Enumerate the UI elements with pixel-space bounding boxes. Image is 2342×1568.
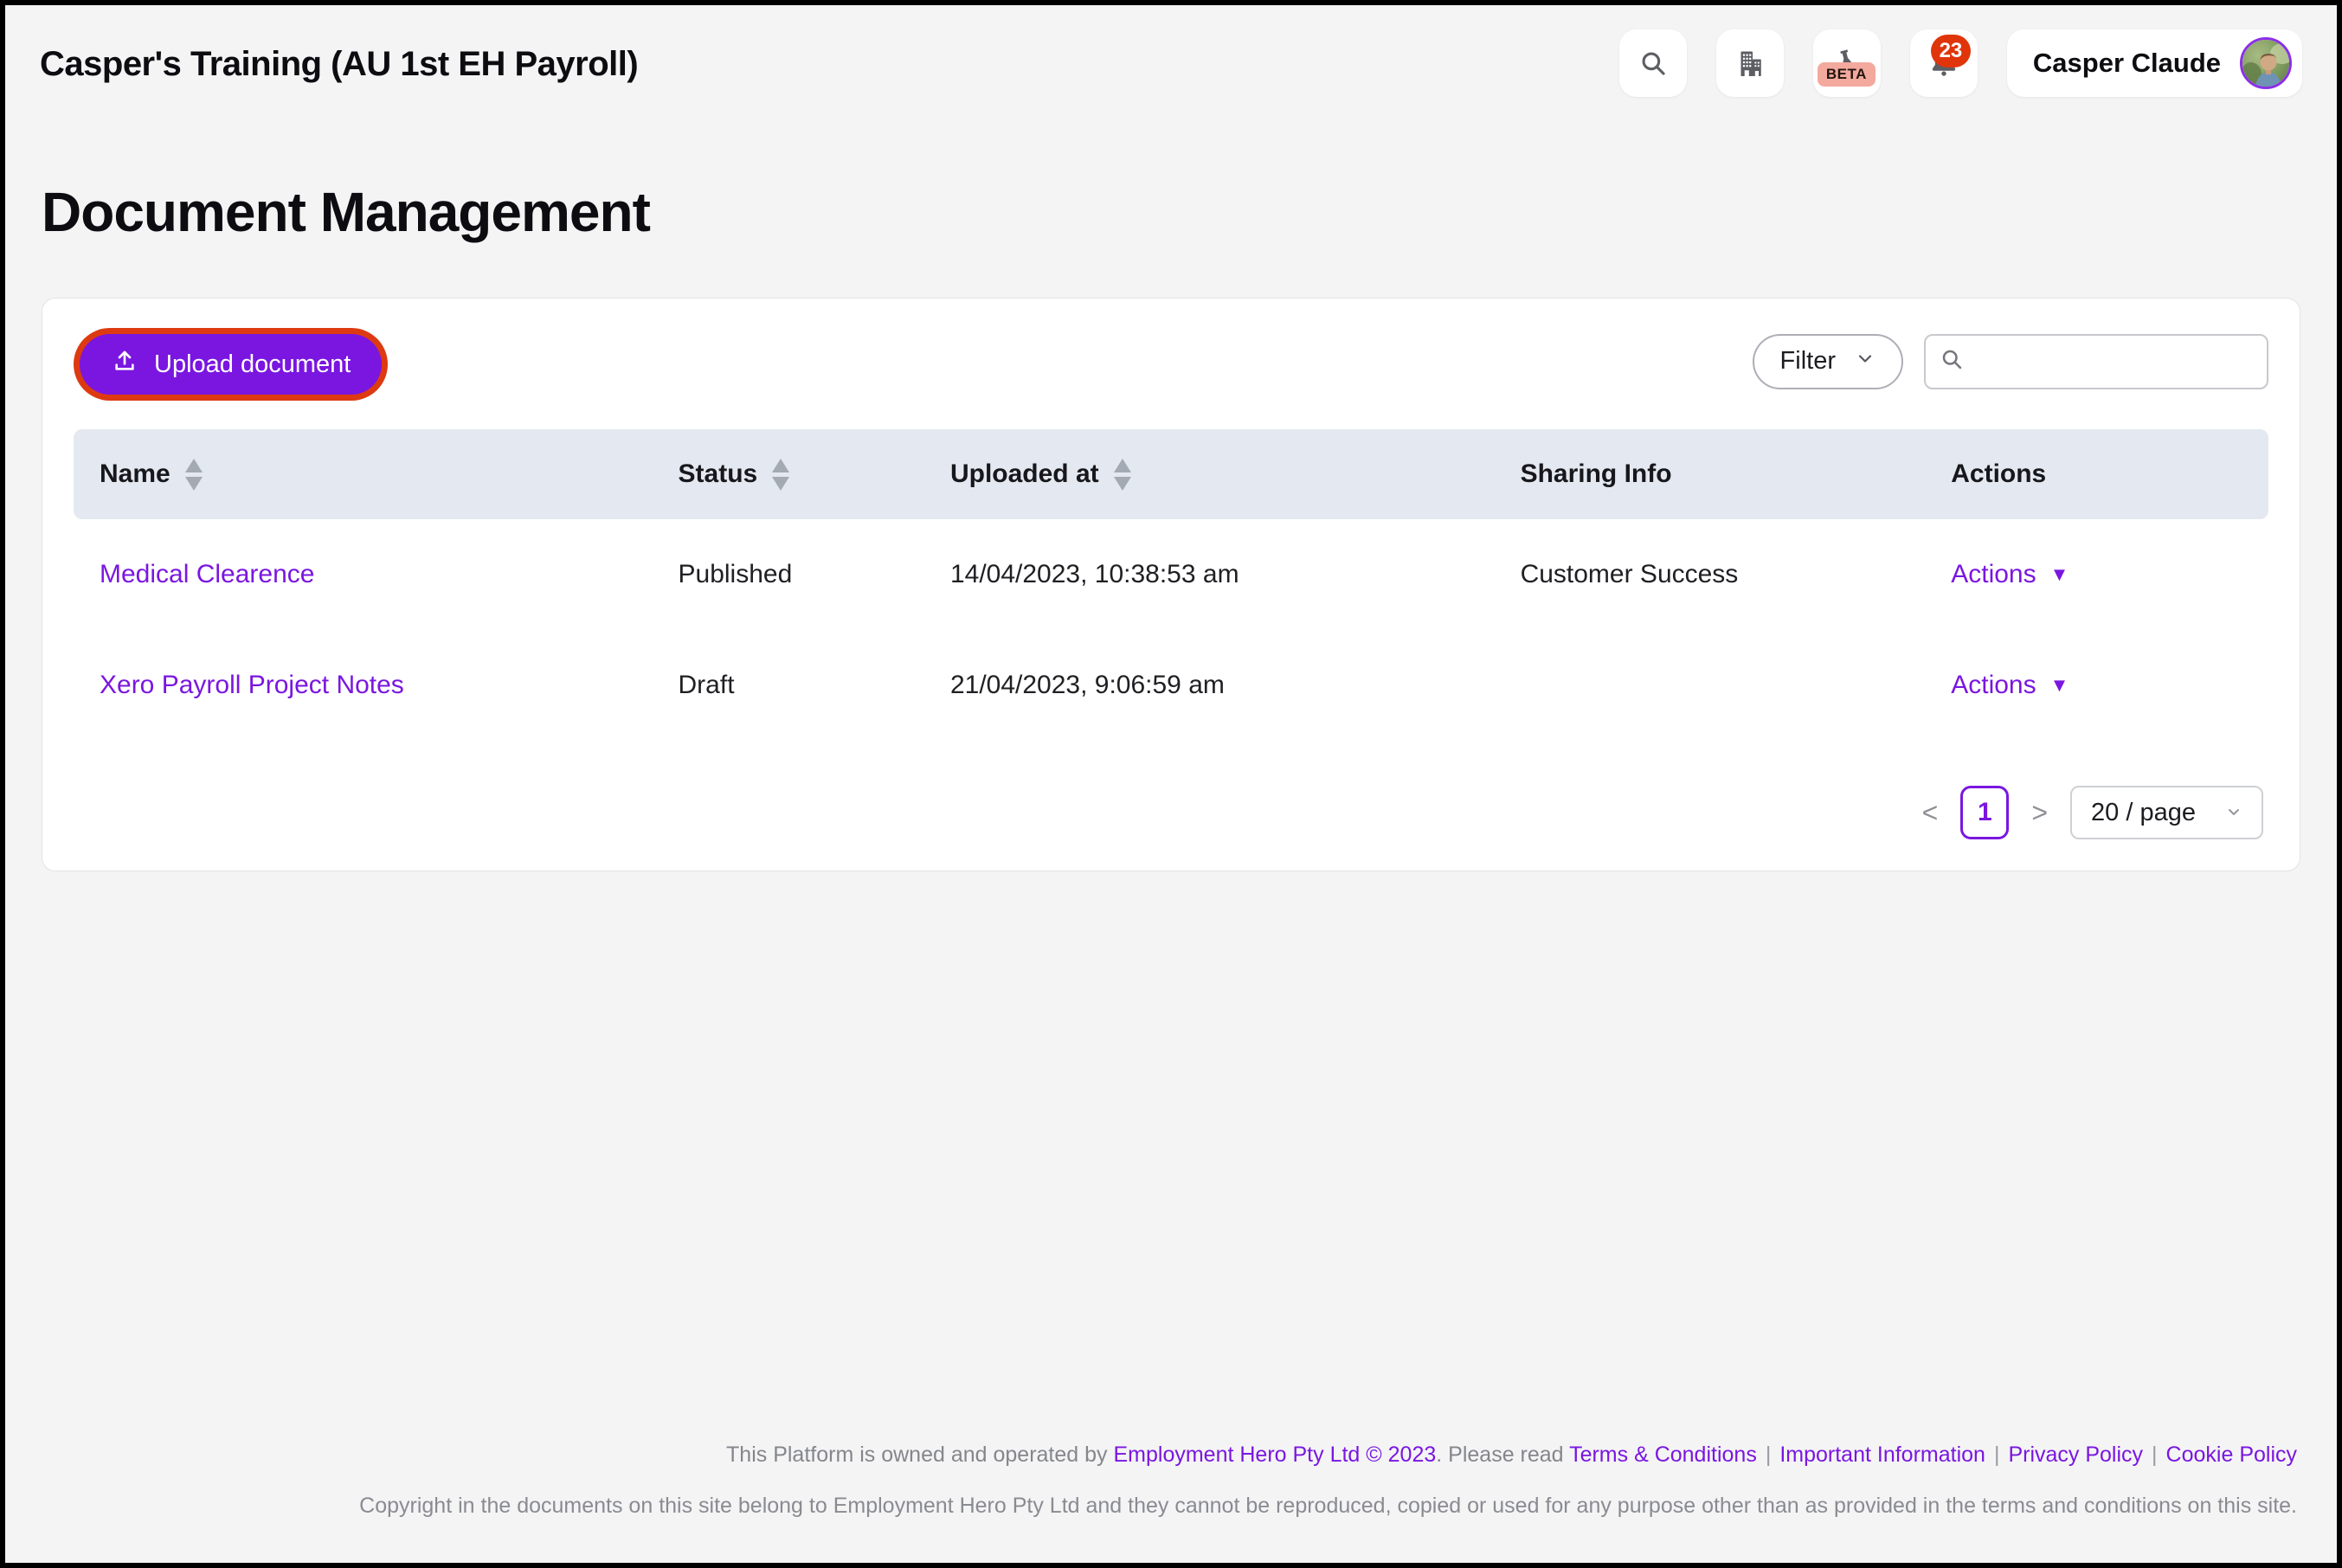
page-title: Document Management (42, 180, 2337, 244)
pagination: < 1 > 20 / page (74, 786, 2268, 839)
top-actions: BETA 23 Casper Claude (1619, 29, 2302, 97)
footer-line1: This Platform is owned and operated by E… (43, 1440, 2297, 1470)
upload-icon (111, 347, 138, 382)
caret-down-icon: ▼ (2050, 676, 2069, 695)
page-size-select[interactable]: 20 / page (2070, 786, 2263, 839)
building-icon (1734, 48, 1766, 79)
uploaded-at-cell: 21/04/2023, 9:06:59 am (950, 671, 1521, 700)
user-name: Casper Claude (2033, 48, 2221, 79)
document-link[interactable]: Medical Clearence (100, 560, 314, 588)
filter-button[interactable]: Filter (1753, 334, 1903, 389)
privacy-policy-link[interactable]: Privacy Policy (2008, 1443, 2143, 1467)
global-search-button[interactable] (1619, 29, 1687, 97)
footer: This Platform is owned and operated by E… (43, 1440, 2297, 1521)
document-list-card: Upload document Filter (42, 298, 2300, 871)
page-size-value: 20 / page (2091, 799, 2196, 827)
top-bar: Casper's Training (AU 1st EH Payroll) (5, 5, 2337, 97)
notification-count-badge: 23 (1931, 35, 1971, 67)
row-actions-button[interactable]: Actions ▼ (1951, 671, 2069, 700)
column-header-uploaded-at[interactable]: Uploaded at (950, 459, 1521, 491)
search-icon (1940, 347, 1964, 376)
search-input[interactable] (1976, 348, 2253, 375)
user-menu-button[interactable]: Casper Claude (2007, 29, 2302, 97)
status-cell: Draft (679, 671, 950, 700)
cookie-policy-link[interactable]: Cookie Policy (2166, 1443, 2297, 1467)
row-actions-button[interactable]: Actions ▼ (1951, 560, 2069, 589)
filter-button-label: Filter (1780, 347, 1836, 376)
table-header-row: Name Status Uploaded at (74, 429, 2268, 519)
column-header-name[interactable]: Name (100, 459, 679, 491)
chevron-down-icon (1855, 347, 1876, 376)
org-title: Casper's Training (AU 1st EH Payroll) (40, 45, 638, 84)
next-page-button[interactable]: > (2031, 799, 2048, 826)
uploaded-at-cell: 14/04/2023, 10:38:53 am (950, 560, 1521, 589)
sort-icon[interactable] (771, 459, 790, 491)
beta-badge: BETA (1818, 62, 1876, 87)
table-search (1924, 334, 2268, 389)
search-icon (1638, 48, 1668, 78)
app-window: Casper's Training (AU 1st EH Payroll) (0, 0, 2342, 1568)
status-cell: Published (679, 560, 950, 589)
column-header-actions: Actions (1951, 459, 2242, 489)
page-number-button[interactable]: 1 (1960, 786, 2009, 839)
upload-button-label: Upload document (154, 350, 351, 379)
footer-line2: Copyright in the documents on this site … (43, 1491, 2297, 1521)
card-toolbar: Upload document Filter (74, 328, 2268, 395)
table-row: Medical Clearence Published 14/04/2023, … (74, 519, 2268, 630)
organisation-switcher-button[interactable] (1716, 29, 1784, 97)
avatar (2240, 37, 2292, 89)
caret-down-icon: ▼ (2050, 565, 2069, 584)
column-header-sharing-info: Sharing Info (1521, 459, 1952, 489)
column-header-status[interactable]: Status (679, 459, 950, 491)
important-information-link[interactable]: Important Information (1779, 1443, 1985, 1467)
toolbar-right: Filter (1753, 334, 2268, 389)
terms-link[interactable]: Terms & Conditions (1569, 1443, 1757, 1467)
table-row: Xero Payroll Project Notes Draft 21/04/2… (74, 630, 2268, 741)
notifications-button[interactable]: 23 (1910, 29, 1978, 97)
sort-icon[interactable] (184, 459, 203, 491)
beta-labs-button[interactable]: BETA (1813, 29, 1881, 97)
upload-document-button[interactable]: Upload document (80, 334, 382, 395)
sort-icon[interactable] (1113, 459, 1132, 491)
document-link[interactable]: Xero Payroll Project Notes (100, 671, 404, 699)
previous-page-button[interactable]: < (1922, 799, 1939, 826)
company-link[interactable]: Employment Hero Pty Ltd © 2023 (1113, 1443, 1436, 1467)
sharing-info-cell: Customer Success (1521, 560, 1952, 589)
chevron-down-icon (2225, 799, 2242, 827)
